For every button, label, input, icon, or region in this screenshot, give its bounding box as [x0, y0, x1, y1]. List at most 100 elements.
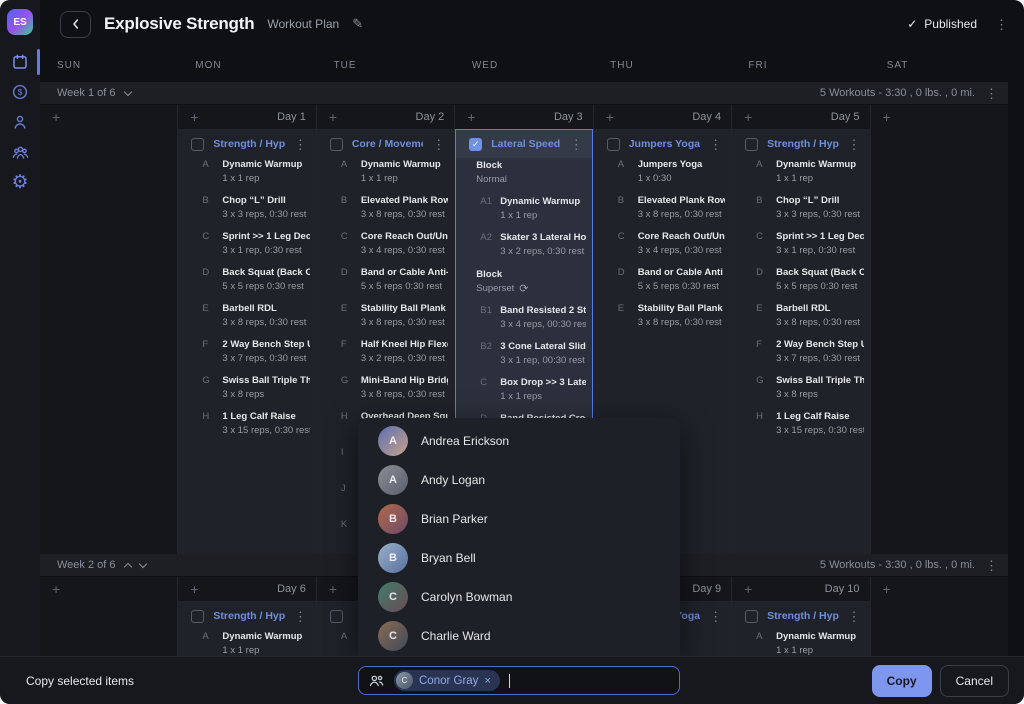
day-column: +Day 1Strength / Hypertro...⋮ADynamic Wa…	[178, 105, 316, 554]
member-list-item[interactable]: BBryan Bell	[358, 538, 680, 577]
exercise-detail: 3 x 1 rep, 0:30 rest	[222, 244, 309, 257]
add-workout-icon[interactable]: +	[744, 110, 752, 124]
workout-checkbox[interactable]	[745, 138, 758, 151]
exercise-row[interactable]: A2Skater 3 Lateral Hops >> ...3 x 2 reps…	[456, 231, 591, 258]
workout-checkbox[interactable]: ✓	[469, 138, 482, 151]
workout-menu-icon[interactable]: ⋮	[709, 138, 722, 151]
edit-pencil-icon[interactable]: ✎	[352, 16, 363, 32]
exercise-row[interactable]: GSwiss Ball Triple Threat3 x 8 reps	[178, 374, 315, 401]
week-menu-icon[interactable]: ⋮	[985, 87, 998, 100]
exercise-row[interactable]: EBarbell RDL3 x 8 reps, 0:30 rest	[178, 302, 315, 329]
collapse-week-icon[interactable]	[123, 562, 131, 570]
workout-menu-icon[interactable]: ⋮	[848, 138, 861, 151]
workout-checkbox[interactable]	[745, 610, 758, 623]
workout-checkbox[interactable]	[330, 138, 343, 151]
exercise-row[interactable]: CBox Drop >> 3 Lateral H...1 x 1 reps	[456, 376, 591, 403]
workout-checkbox[interactable]	[191, 610, 204, 623]
member-list-item[interactable]: CCharlie Ward	[358, 616, 680, 655]
exercise-name: Elevated Plank Row	[361, 194, 448, 207]
workout-menu-icon[interactable]: ⋮	[709, 610, 722, 623]
exercise-row[interactable]: F2 Way Bench Step Up3 x 7 reps, 0:30 res…	[732, 338, 869, 365]
exercise-row[interactable]: BChop “L” Drill3 x 3 reps, 0:30 rest	[732, 194, 869, 221]
add-workout-icon[interactable]: +	[744, 582, 752, 596]
sidebar-item-settings[interactable]: ⚙	[0, 167, 40, 197]
workout-menu-icon[interactable]: ⋮	[570, 138, 583, 151]
exercise-row[interactable]: CSprint >> 1 Leg Declarations3 x 1 rep, …	[178, 230, 315, 257]
back-button[interactable]	[60, 11, 91, 38]
add-workout-icon[interactable]: +	[883, 110, 891, 124]
workout-menu-icon[interactable]: ⋮	[432, 138, 445, 151]
exercise-row[interactable]: H1 Leg Calf Raise3 x 15 reps, 0:30 rest	[732, 410, 869, 437]
workout-checkbox[interactable]	[607, 138, 620, 151]
exercise-row[interactable]: ADynamic Warmup1 x 1 rep	[317, 158, 454, 185]
add-workout-icon[interactable]: +	[606, 110, 614, 124]
exercise-row[interactable]: GSwiss Ball Triple Threat3 x 8 reps	[732, 374, 869, 401]
add-workout-icon[interactable]: +	[883, 582, 891, 596]
workout-card[interactable]: Strength / Hypertro...⋮ADynamic Warmup1 …	[178, 601, 315, 656]
week-menu-icon[interactable]: ⋮	[985, 559, 998, 572]
copy-button[interactable]: Copy	[872, 665, 932, 697]
day-label: Day 6	[277, 583, 306, 595]
workout-card[interactable]: Strength / Hypertro...⋮ADynamic Warmup1 …	[732, 601, 869, 656]
exercise-row[interactable]: CCore Reach Out/Under3 x 4 reps, 0:30 re…	[317, 230, 454, 257]
exercise-row[interactable]: ADynamic Warmup1 x 1 rep	[732, 158, 869, 185]
sidebar-item-billing[interactable]: $	[0, 77, 40, 107]
workout-menu-icon[interactable]: ⋮	[848, 610, 861, 623]
workout-checkbox[interactable]	[330, 610, 343, 623]
exercise-row[interactable]: ADynamic Warmup1 x 1 rep	[178, 630, 315, 656]
workout-checkbox[interactable]	[191, 138, 204, 151]
exercise-row[interactable]: B23 Cone Lateral Slide3 x 1 rep, 00:30 r…	[456, 340, 591, 367]
expand-week-icon[interactable]	[138, 559, 146, 567]
add-workout-icon[interactable]: +	[329, 110, 337, 124]
add-workout-icon[interactable]: +	[467, 110, 475, 124]
member-search-input[interactable]: C Conor Gray ×	[358, 666, 680, 695]
sidebar-item-calendar[interactable]	[0, 47, 40, 77]
exercise-row[interactable]: BChop “L” Drill3 x 3 reps, 0:30 rest	[178, 194, 315, 221]
exercise-row[interactable]: ADynamic Warmup1 x 1 rep	[732, 630, 869, 656]
exercise-row[interactable]: BElevated Plank Row3 x 8 reps, 0:30 rest	[594, 194, 731, 221]
member-list-item[interactable]: AAndrea Erickson	[358, 421, 680, 460]
exercise-row[interactable]: CCore Reach Out/Under3 x 4 reps, 0:30 re…	[594, 230, 731, 257]
chip-remove-icon[interactable]: ×	[484, 675, 490, 687]
member-list-item[interactable]: BBrian Parker	[358, 499, 680, 538]
sidebar-item-athletes[interactable]	[0, 107, 40, 137]
exercise-row[interactable]: EBarbell RDL3 x 8 reps, 0:30 rest	[732, 302, 869, 329]
workout-card[interactable]: Strength / Hypertro...⋮ADynamic Warmup1 …	[178, 129, 315, 554]
workout-menu-icon[interactable]: ⋮	[294, 138, 307, 151]
exercise-row[interactable]: ADynamic Warmup1 x 1 rep	[178, 158, 315, 185]
add-workout-icon[interactable]: +	[52, 582, 60, 596]
exercise-row[interactable]: AJumpers Yoga1 x 0:30	[594, 158, 731, 185]
plan-menu-icon[interactable]: ⋮	[995, 18, 1008, 31]
exercise-row[interactable]: FHalf Kneel Hip Flexor Rais...3 x 2 reps…	[317, 338, 454, 365]
exercise-row[interactable]: H1 Leg Calf Raise3 x 15 reps, 0:30 rest	[178, 410, 315, 437]
exercise-row[interactable]: EStability Ball Plank Linear ...3 x 8 re…	[317, 302, 454, 329]
add-workout-icon[interactable]: +	[190, 110, 198, 124]
exercise-row[interactable]: B1Band Resisted 2 Step Late...3 x 4 reps…	[456, 304, 591, 331]
exercise-row[interactable]: BElevated Plank Row3 x 8 reps, 0:30 rest	[317, 194, 454, 221]
app-logo[interactable]: ES	[7, 9, 33, 35]
workout-card[interactable]: Strength / Hypertro...⋮ADynamic Warmup1 …	[732, 129, 869, 554]
exercise-row[interactable]: DBand or Cable Anti Rotati...5 x 5 reps …	[594, 266, 731, 293]
exercise-row[interactable]: F2 Way Bench Step Up3 x 7 reps, 0:30 res…	[178, 338, 315, 365]
selected-member-chip[interactable]: C Conor Gray ×	[394, 670, 500, 691]
exercise-name: Barbell RDL	[222, 302, 309, 315]
exercise-name: Mini-Band Hip Bridge w/ ...	[361, 374, 448, 387]
exercise-row[interactable]: A1Dynamic Warmup1 x 1 rep	[456, 195, 591, 222]
exercise-row[interactable]: DBack Squat (Back Off Set)5 x 5 reps 0:3…	[178, 266, 315, 293]
cancel-button[interactable]: Cancel	[940, 665, 1009, 697]
add-workout-icon[interactable]: +	[190, 582, 198, 596]
exercise-name: Sprint >> 1 Leg Declarations	[222, 230, 309, 243]
exercise-row[interactable]: EStability Ball Plank Linear ...3 x 8 re…	[594, 302, 731, 329]
sidebar-item-groups[interactable]	[0, 137, 40, 167]
expand-week-icon[interactable]	[123, 87, 131, 95]
member-list-item[interactable]: CCarolyn Bowman	[358, 577, 680, 616]
exercise-name: Dynamic Warmup	[776, 158, 863, 171]
exercise-row[interactable]: DBack Squat (Back Off Set)5 x 5 reps 0:3…	[732, 266, 869, 293]
add-workout-icon[interactable]: +	[329, 582, 337, 596]
exercise-row[interactable]: GMini-Band Hip Bridge w/ ...3 x 8 reps, …	[317, 374, 454, 401]
workout-menu-icon[interactable]: ⋮	[294, 610, 307, 623]
member-list-item[interactable]: AAndy Logan	[358, 460, 680, 499]
add-workout-icon[interactable]: +	[52, 110, 60, 124]
exercise-row[interactable]: CSprint >> 1 Leg Declarations3 x 1 rep, …	[732, 230, 869, 257]
exercise-row[interactable]: DBand or Cable Anti-Rotati...5 x 5 reps …	[317, 266, 454, 293]
